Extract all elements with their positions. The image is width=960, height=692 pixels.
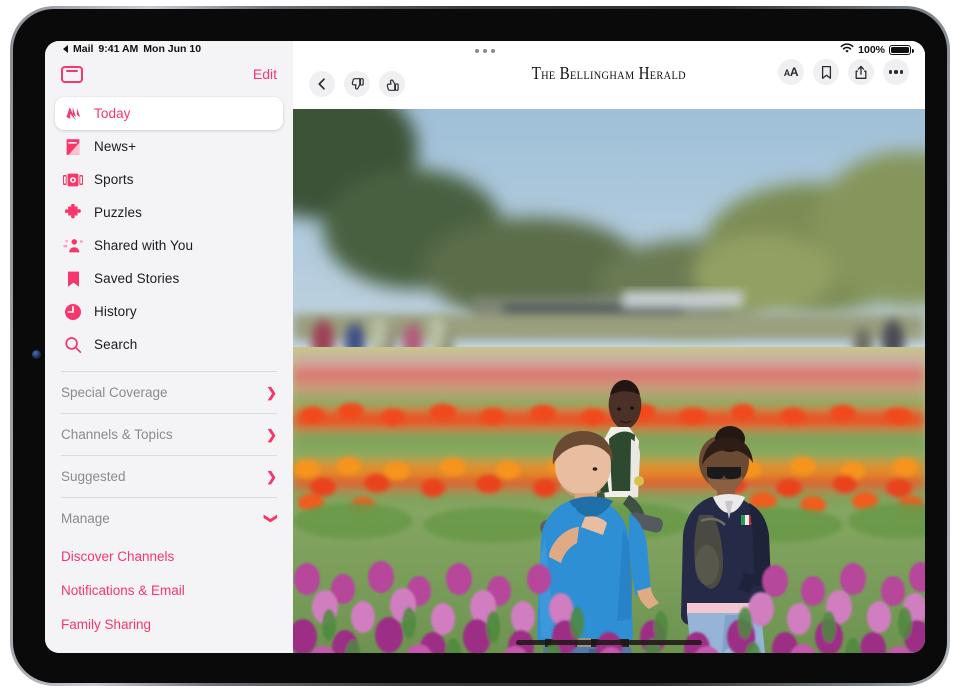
- bookmark-icon: [63, 269, 83, 289]
- section-label: Channels & Topics: [61, 427, 173, 442]
- multitasking-dots-icon[interactable]: [475, 49, 495, 53]
- sidebar-link-family-sharing[interactable]: Family Sharing: [61, 607, 277, 641]
- chevron-down-icon: ❯: [265, 513, 278, 524]
- article-toolbar-right: AA: [778, 59, 909, 85]
- edit-button[interactable]: Edit: [253, 66, 277, 82]
- device-body: Mail 9:41 AM Mon Jun 10 100%: [13, 9, 947, 683]
- sidebar-item-label: Shared with You: [94, 238, 193, 253]
- chevron-right-icon: ❯: [266, 470, 277, 483]
- sidebar: Edit Today: [45, 41, 293, 653]
- sidebar-sections: Special Coverage ❯ Channels & Topics ❯ S…: [45, 371, 293, 641]
- sidebar-link-discover-channels[interactable]: Discover Channels: [61, 539, 277, 573]
- sidebar-section-special-coverage[interactable]: Special Coverage ❯: [61, 371, 277, 413]
- sidebar-item-label: News+: [94, 139, 136, 154]
- article-toolbar-left: [309, 71, 405, 97]
- ipad-screen: Mail 9:41 AM Mon Jun 10 100%: [45, 41, 925, 653]
- more-button[interactable]: [883, 59, 909, 85]
- sidebar-item-label: History: [94, 304, 137, 319]
- sidebar-toggle-icon[interactable]: [61, 66, 83, 83]
- sports-scoreboard-icon: [63, 170, 83, 190]
- masthead-title: The Bellingham Herald: [532, 63, 686, 84]
- thumbs-down-button[interactable]: [344, 71, 370, 97]
- device-frame: Mail 9:41 AM Mon Jun 10 100%: [10, 6, 950, 686]
- section-label: Special Coverage: [61, 385, 168, 400]
- sidebar-section-channels-topics[interactable]: Channels & Topics ❯: [61, 413, 277, 455]
- save-story-button[interactable]: [813, 59, 839, 85]
- shared-with-you-icon: [63, 236, 83, 256]
- clock-icon: [63, 302, 83, 322]
- text-size-button[interactable]: AA: [778, 59, 804, 85]
- sidebar-item-label: Search: [94, 337, 137, 352]
- front-camera-icon: [32, 350, 41, 359]
- sidebar-item-label: Sports: [94, 172, 134, 187]
- home-indicator[interactable]: [516, 640, 702, 645]
- sidebar-item-label: Puzzles: [94, 205, 142, 220]
- sidebar-item-history[interactable]: History: [55, 295, 283, 328]
- article-photo[interactable]: [293, 109, 925, 653]
- search-icon: [63, 335, 83, 355]
- sidebar-item-sports[interactable]: Sports: [55, 163, 283, 196]
- news-plus-icon: [63, 137, 83, 157]
- news-logo-icon: [63, 104, 83, 124]
- sidebar-item-saved-stories[interactable]: Saved Stories: [55, 262, 283, 295]
- text-size-aa-icon: AA: [784, 65, 798, 79]
- sidebar-section-manage[interactable]: Manage ❯: [61, 497, 277, 539]
- ellipsis-icon: [889, 70, 904, 73]
- article-toolbar: The Bellingham Herald AA: [293, 41, 925, 109]
- section-label: Manage: [61, 511, 110, 526]
- sidebar-item-search[interactable]: Search: [55, 328, 283, 361]
- sidebar-item-label: Saved Stories: [94, 271, 179, 286]
- sidebar-section-suggested[interactable]: Suggested ❯: [61, 455, 277, 497]
- sidebar-header: Edit: [45, 41, 293, 93]
- thumbs-up-button[interactable]: [379, 71, 405, 97]
- puzzle-piece-icon: [63, 203, 83, 223]
- sidebar-item-puzzles[interactable]: Puzzles: [55, 196, 283, 229]
- back-button[interactable]: [309, 71, 335, 97]
- sidebar-link-notifications-email[interactable]: Notifications & Email: [61, 573, 277, 607]
- sidebar-item-today[interactable]: Today: [55, 97, 283, 130]
- chevron-right-icon: ❯: [266, 428, 277, 441]
- sidebar-nav-list: Today News+: [45, 93, 293, 361]
- article-pane: The Bellingham Herald AA: [293, 41, 925, 653]
- sidebar-item-label: Today: [94, 106, 131, 121]
- chevron-right-icon: ❯: [266, 386, 277, 399]
- sidebar-item-news-plus[interactable]: News+: [55, 130, 283, 163]
- article-photo-illustration: [293, 109, 925, 653]
- share-button[interactable]: [848, 59, 874, 85]
- sidebar-item-shared-with-you[interactable]: Shared with You: [55, 229, 283, 262]
- section-label: Suggested: [61, 469, 126, 484]
